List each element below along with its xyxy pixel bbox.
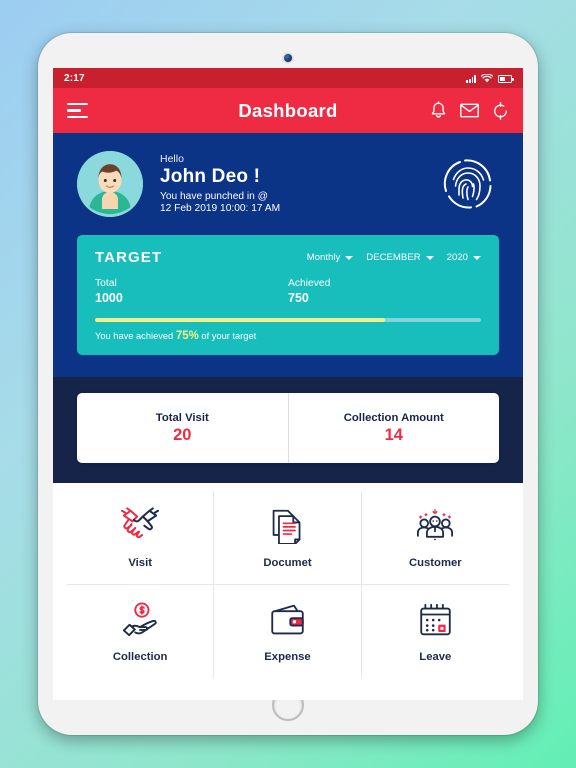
stat-total-visit[interactable]: Total Visit 20 xyxy=(77,393,289,463)
greeting-hello: Hello xyxy=(160,153,184,166)
month-select-value: DECEMBER xyxy=(366,252,421,263)
menu-label: Leave xyxy=(419,651,452,664)
punch-status-line1: You have punched in @ xyxy=(160,190,268,202)
wifi-icon xyxy=(481,73,493,82)
tablet-device-frame: 2:17 Dashboard Hello John Deo ! You have… xyxy=(38,33,538,735)
hand-coin-icon xyxy=(119,599,161,641)
stat-label: Total Visit xyxy=(155,411,209,424)
period-select[interactable]: Monthly xyxy=(307,252,354,263)
battery-icon xyxy=(498,74,514,83)
envelope-icon[interactable] xyxy=(460,103,479,118)
target-values: Total 1000 Achieved 750 xyxy=(95,278,481,305)
chevron-down-icon xyxy=(345,255,354,260)
target-achieved: Achieved 750 xyxy=(288,278,481,305)
punch-status-line2: 12 Feb 2019 10:00: 17 AM xyxy=(160,202,281,214)
period-select-value: Monthly xyxy=(306,252,341,263)
refresh-icon[interactable] xyxy=(492,101,509,120)
menu-grid: Visit Documet Customer Collection Expens… xyxy=(53,483,523,688)
target-progress-fill xyxy=(95,318,385,322)
menu-item-customer[interactable]: Customer xyxy=(361,491,509,585)
status-bar: 2:17 xyxy=(53,68,523,88)
target-filters: Monthly DECEMBER 2020 xyxy=(307,252,481,263)
greeting-block: Hello John Deo ! You have punched in @ 1… xyxy=(160,153,437,215)
target-header: TARGET Monthly DECEMBER 2020 xyxy=(95,249,481,266)
avatar[interactable] xyxy=(77,151,143,217)
menu-item-expense[interactable]: Expense xyxy=(214,584,362,678)
stats-card: Total Visit 20 Collection Amount 14 xyxy=(77,393,499,463)
menu-label: Collection xyxy=(112,651,168,664)
stats-section: Total Visit 20 Collection Amount 14 xyxy=(53,377,523,483)
menu-label: Documet xyxy=(263,557,312,570)
year-select[interactable]: 2020 xyxy=(447,252,481,263)
target-achieved-value: 750 xyxy=(288,291,309,305)
profile-section: Hello John Deo ! You have punched in @ 1… xyxy=(53,133,523,377)
app-bar: Dashboard xyxy=(53,88,523,133)
app-bar-actions xyxy=(430,101,509,120)
menu-label: Customer xyxy=(408,557,462,570)
signal-bars-icon xyxy=(466,74,476,83)
customer-group-icon xyxy=(415,505,455,547)
hamburger-menu-icon[interactable] xyxy=(67,102,88,119)
stat-label: Collection Amount xyxy=(343,411,444,424)
app-screen: 2:17 Dashboard Hello John Deo ! You have… xyxy=(53,68,523,700)
user-name: John Deo ! xyxy=(160,166,261,188)
menu-label: Visit xyxy=(128,557,152,570)
chevron-down-icon xyxy=(425,255,434,260)
target-achieved-label: Achieved xyxy=(288,278,331,289)
wallet-icon xyxy=(269,599,306,641)
year-select-value: 2020 xyxy=(446,252,468,263)
bell-icon[interactable] xyxy=(430,101,447,120)
menu-item-document[interactable]: Documet xyxy=(214,491,362,585)
chevron-down-icon xyxy=(473,255,481,260)
target-total: Total 1000 xyxy=(95,278,288,305)
stat-value: 14 xyxy=(384,425,403,444)
progress-note-prefix: You have achieved xyxy=(95,331,176,341)
month-select[interactable]: DECEMBER xyxy=(366,252,434,263)
menu-item-leave[interactable]: Leave xyxy=(362,585,509,679)
target-title: TARGET xyxy=(95,249,163,266)
target-total-label: Total xyxy=(95,278,117,289)
menu-item-collection[interactable]: Collection xyxy=(67,584,215,678)
progress-note-suffix: of your target xyxy=(198,331,257,341)
progress-note-percent: 75% xyxy=(175,330,199,342)
status-indicators xyxy=(466,73,514,83)
target-total-value: 1000 xyxy=(95,291,123,305)
handshake-icon xyxy=(119,505,161,547)
target-progress-note: You have achieved 75% of your target xyxy=(95,330,481,342)
front-camera-icon xyxy=(284,54,292,62)
target-progress-bar xyxy=(95,318,481,322)
profile-row: Hello John Deo ! You have punched in @ 1… xyxy=(53,147,523,221)
stat-value: 20 xyxy=(173,425,192,444)
stat-collection-amount[interactable]: Collection Amount 14 xyxy=(289,393,500,463)
fingerprint-icon[interactable] xyxy=(437,153,499,215)
status-time: 2:17 xyxy=(64,72,85,84)
calendar-icon xyxy=(418,599,453,641)
documents-icon xyxy=(270,505,304,547)
target-card: TARGET Monthly DECEMBER 2020 Total 1000 … xyxy=(77,235,499,355)
menu-label: Expense xyxy=(264,651,311,664)
menu-item-visit[interactable]: Visit xyxy=(67,491,215,585)
